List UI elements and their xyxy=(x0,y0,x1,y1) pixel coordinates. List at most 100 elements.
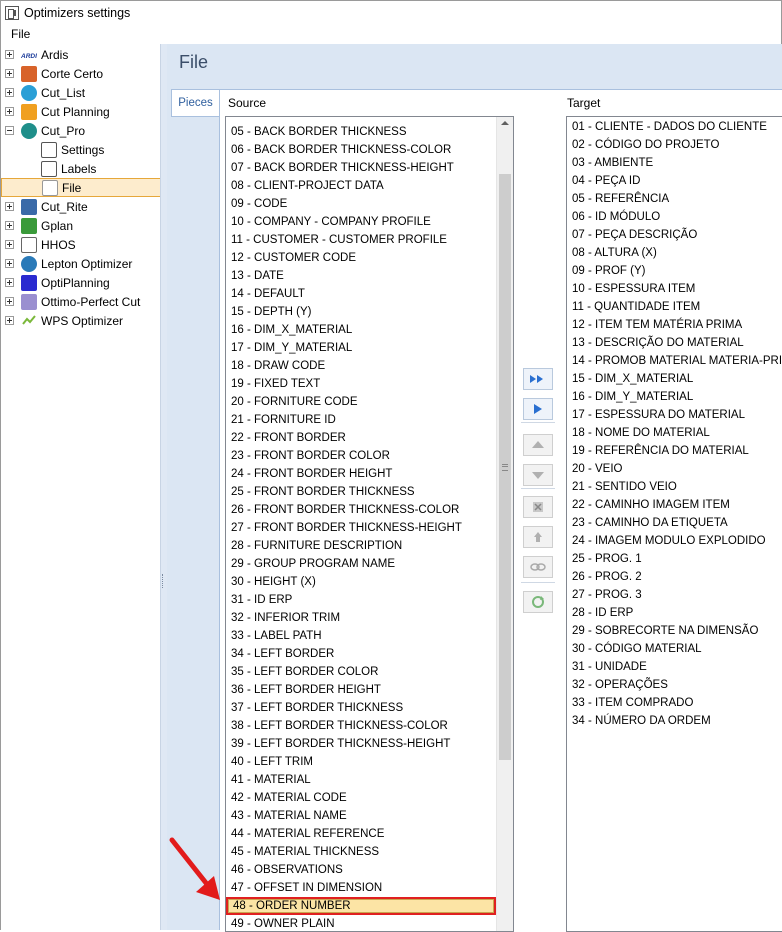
source-item[interactable]: 04 - BACK BORDER HEIGHT xyxy=(226,117,496,123)
source-item[interactable]: 15 - DEPTH (Y) xyxy=(226,303,496,321)
source-scrollbar[interactable] xyxy=(496,117,513,931)
tree-item-labels[interactable]: Labels xyxy=(1,159,160,178)
add-button[interactable] xyxy=(523,398,553,420)
target-list[interactable]: 01 - CLIENTE - DADOS DO CLIENTE 02 - CÓDI… xyxy=(566,116,782,932)
tree-item-wps-optimizer[interactable]: WPS Optimizer xyxy=(1,311,160,330)
target-item[interactable]: 27 - PROG. 3 xyxy=(567,586,782,604)
source-item[interactable]: 18 - DRAW CODE xyxy=(226,357,496,375)
expand-icon[interactable] xyxy=(5,107,14,116)
target-item[interactable]: 10 - ESPESSURA ITEM xyxy=(567,280,782,298)
target-item[interactable]: 23 - CAMINHO DA ETIQUETA xyxy=(567,514,782,532)
source-item[interactable]: 31 - ID ERP xyxy=(226,591,496,609)
move-down-button[interactable] xyxy=(523,464,553,486)
tree-item-cut-planning[interactable]: Cut Planning xyxy=(1,102,160,121)
source-item[interactable]: 21 - FORNITURE ID xyxy=(226,411,496,429)
source-item[interactable]: 43 - MATERIAL NAME xyxy=(226,807,496,825)
source-list[interactable]: 04 - BACK BORDER HEIGHT05 - BACK BORDER … xyxy=(225,116,514,932)
target-item[interactable]: 14 - PROMOB MATERIAL MATERIA-PRIMA xyxy=(567,352,782,370)
target-item[interactable]: 01 - CLIENTE - DADOS DO CLIENTE xyxy=(567,118,782,136)
tree-item-cut-list[interactable]: Cut_List xyxy=(1,83,160,102)
target-item[interactable]: 19 - REFERÊNCIA DO MATERIAL xyxy=(567,442,782,460)
target-item[interactable]: 07 - PEÇA DESCRIÇÃO xyxy=(567,226,782,244)
source-item[interactable]: 37 - LEFT BORDER THICKNESS xyxy=(226,699,496,717)
target-item[interactable]: 05 - REFERÊNCIA xyxy=(567,190,782,208)
source-item[interactable]: 22 - FRONT BORDER xyxy=(226,429,496,447)
link-button[interactable] xyxy=(523,556,553,578)
expand-icon[interactable] xyxy=(5,240,14,249)
source-item[interactable]: 40 - LEFT TRIM xyxy=(226,753,496,771)
tree-item-ottimo-perfect-cut[interactable]: Ottimo-Perfect Cut xyxy=(1,292,160,311)
target-item[interactable]: 30 - CÓDIGO MATERIAL xyxy=(567,640,782,658)
refresh-button[interactable] xyxy=(523,591,553,613)
source-item[interactable]: 47 - OFFSET IN DIMENSION xyxy=(226,879,496,897)
source-item[interactable]: 16 - DIM_X_MATERIAL xyxy=(226,321,496,339)
expand-icon[interactable] xyxy=(5,69,14,78)
source-item[interactable]: 07 - BACK BORDER THICKNESS-HEIGHT xyxy=(226,159,496,177)
target-item[interactable]: 11 - QUANTIDADE ITEM xyxy=(567,298,782,316)
tree-item-settings[interactable]: Settings xyxy=(1,140,160,159)
target-item[interactable]: 31 - UNIDADE xyxy=(567,658,782,676)
source-item[interactable]: 26 - FRONT BORDER THICKNESS-COLOR xyxy=(226,501,496,519)
source-item[interactable]: 38 - LEFT BORDER THICKNESS-COLOR xyxy=(226,717,496,735)
source-item[interactable]: 09 - CODE xyxy=(226,195,496,213)
target-item[interactable]: 28 - ID ERP xyxy=(567,604,782,622)
source-item[interactable]: 39 - LEFT BORDER THICKNESS-HEIGHT xyxy=(226,735,496,753)
expand-icon[interactable] xyxy=(5,316,14,325)
source-item[interactable]: 42 - MATERIAL CODE xyxy=(226,789,496,807)
source-item[interactable]: 19 - FIXED TEXT xyxy=(226,375,496,393)
target-item[interactable]: 16 - DIM_Y_MATERIAL xyxy=(567,388,782,406)
target-item[interactable]: 22 - CAMINHO IMAGEM ITEM xyxy=(567,496,782,514)
expand-icon[interactable] xyxy=(5,50,14,59)
tree-item-lepton-optimizer[interactable]: Lepton Optimizer xyxy=(1,254,160,273)
expand-icon[interactable] xyxy=(5,88,14,97)
target-item[interactable]: 33 - ITEM COMPRADO xyxy=(567,694,782,712)
source-item[interactable]: 13 - DATE xyxy=(226,267,496,285)
tree-item-ardis[interactable]: ARDIS Ardis xyxy=(1,45,160,64)
target-item[interactable]: 13 - DESCRIÇÃO DO MATERIAL xyxy=(567,334,782,352)
target-item[interactable]: 26 - PROG. 2 xyxy=(567,568,782,586)
target-item[interactable]: 04 - PEÇA ID xyxy=(567,172,782,190)
target-item[interactable]: 09 - PROF (Y) xyxy=(567,262,782,280)
source-item[interactable]: 08 - CLIENT-PROJECT DATA xyxy=(226,177,496,195)
target-item[interactable]: 20 - VEIO xyxy=(567,460,782,478)
source-item[interactable]: 12 - CUSTOMER CODE xyxy=(226,249,496,267)
menu-file[interactable]: File xyxy=(1,27,40,41)
tree-item-corte-certo[interactable]: Corte Certo xyxy=(1,64,160,83)
expand-icon[interactable] xyxy=(5,202,14,211)
source-item[interactable]: 25 - FRONT BORDER THICKNESS xyxy=(226,483,496,501)
tree-item-optiplanning[interactable]: OptiPlanning xyxy=(1,273,160,292)
target-item[interactable]: 03 - AMBIENTE xyxy=(567,154,782,172)
expand-icon[interactable] xyxy=(5,259,14,268)
move-up-button[interactable] xyxy=(523,434,553,456)
target-item[interactable]: 08 - ALTURA (X) xyxy=(567,244,782,262)
target-item[interactable]: 32 - OPERAÇÕES xyxy=(567,676,782,694)
source-item[interactable]: 11 - CUSTOMER - CUSTOMER PROFILE xyxy=(226,231,496,249)
source-item-selected[interactable]: 48 - ORDER NUMBER xyxy=(226,897,496,915)
target-item[interactable]: 34 - NÚMERO DA ORDEM xyxy=(567,712,782,730)
target-item[interactable]: 18 - NOME DO MATERIAL xyxy=(567,424,782,442)
target-item[interactable]: 06 - ID MÓDULO xyxy=(567,208,782,226)
collapse-icon[interactable] xyxy=(5,126,14,135)
expand-icon[interactable] xyxy=(5,297,14,306)
source-item[interactable]: 20 - FORNITURE CODE xyxy=(226,393,496,411)
target-item[interactable]: 24 - IMAGEM MODULO EXPLODIDO xyxy=(567,532,782,550)
source-item[interactable]: 29 - GROUP PROGRAM NAME xyxy=(226,555,496,573)
target-item[interactable]: 02 - CÓDIGO DO PROJETO xyxy=(567,136,782,154)
source-item[interactable]: 10 - COMPANY - COMPANY PROFILE xyxy=(226,213,496,231)
source-item[interactable]: 17 - DIM_Y_MATERIAL xyxy=(226,339,496,357)
source-item[interactable]: 44 - MATERIAL REFERENCE xyxy=(226,825,496,843)
expand-icon[interactable] xyxy=(5,221,14,230)
source-item[interactable]: 27 - FRONT BORDER THICKNESS-HEIGHT xyxy=(226,519,496,537)
source-item[interactable]: 49 - OWNER PLAIN xyxy=(226,915,496,931)
scroll-thumb[interactable] xyxy=(499,174,511,760)
source-item[interactable]: 14 - DEFAULT xyxy=(226,285,496,303)
target-item[interactable]: 15 - DIM_X_MATERIAL xyxy=(567,370,782,388)
target-item[interactable]: 21 - SENTIDO VEIO xyxy=(567,478,782,496)
source-item[interactable]: 46 - OBSERVATIONS xyxy=(226,861,496,879)
tree-item-cut-rite[interactable]: Cut_Rite xyxy=(1,197,160,216)
target-item[interactable]: 25 - PROG. 1 xyxy=(567,550,782,568)
source-item[interactable]: 30 - HEIGHT (X) xyxy=(226,573,496,591)
source-item[interactable]: 41 - MATERIAL xyxy=(226,771,496,789)
tab-pieces[interactable]: Pieces xyxy=(171,89,219,117)
target-item[interactable]: 17 - ESPESSURA DO MATERIAL xyxy=(567,406,782,424)
